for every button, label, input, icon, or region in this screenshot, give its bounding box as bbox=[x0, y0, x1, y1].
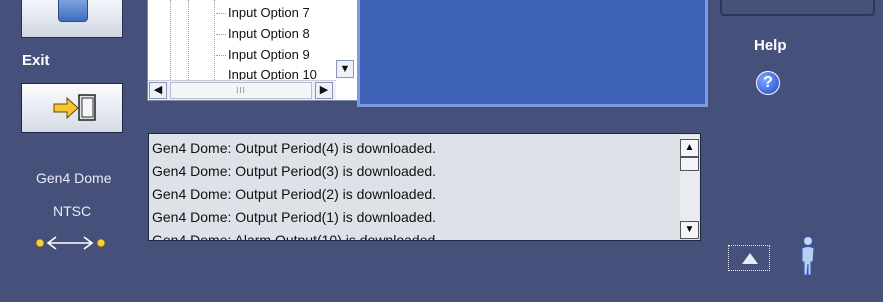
log-line: Gen4 Dome: Output Period(1) is downloade… bbox=[152, 209, 437, 225]
help-label: Help bbox=[754, 37, 787, 54]
tree-scroll-down-button[interactable]: ▼ bbox=[336, 60, 354, 78]
chevron-right-icon: ▶ bbox=[319, 84, 329, 96]
log-scrollbar[interactable]: ▲ ▼ bbox=[680, 135, 699, 239]
preview-panel bbox=[357, 0, 708, 107]
help-icon[interactable]: ? bbox=[756, 71, 780, 95]
monitor-icon bbox=[58, 0, 88, 22]
person-icon[interactable] bbox=[796, 235, 820, 277]
scroll-left-button[interactable]: ◀ bbox=[149, 82, 167, 99]
collapse-button[interactable] bbox=[728, 245, 770, 271]
scroll-down-button[interactable]: ▼ bbox=[680, 221, 699, 239]
scroll-up-button[interactable]: ▲ bbox=[680, 139, 699, 157]
device-name: Gen4 Dome bbox=[36, 170, 112, 186]
tree-horizontal-scrollbar[interactable]: ◀ III ▶ bbox=[148, 80, 336, 100]
connection-icon bbox=[35, 236, 106, 250]
triangle-up-icon bbox=[742, 253, 758, 264]
tree-item[interactable]: Input Option 9 bbox=[216, 47, 310, 62]
chevron-down-icon: ▼ bbox=[339, 63, 351, 75]
exit-door-icon bbox=[53, 94, 96, 121]
video-standard: NTSC bbox=[53, 203, 92, 219]
log-line: Gen4 Dome: Output Period(4) is downloade… bbox=[152, 140, 437, 156]
exit-button[interactable] bbox=[21, 83, 123, 133]
message-log[interactable]: Gen4 Dome: Output Period(4) is downloade… bbox=[148, 133, 701, 241]
top-left-button[interactable] bbox=[21, 0, 123, 38]
chevron-left-icon: ◀ bbox=[153, 84, 163, 96]
chevron-up-icon: ▲ bbox=[684, 142, 695, 153]
log-line: Gen4 Dome: Alarm Output(10) is downloade… bbox=[152, 232, 440, 241]
chevron-down-icon: ▼ bbox=[684, 224, 695, 235]
scroll-thumb[interactable]: III bbox=[170, 82, 312, 99]
scroll-thumb[interactable] bbox=[680, 157, 699, 171]
tree-item[interactable]: Input Option 8 bbox=[216, 26, 310, 41]
tree-item[interactable]: Input Option 10 bbox=[228, 67, 317, 80]
exit-label: Exit bbox=[22, 52, 50, 69]
scroll-right-button[interactable]: ▶ bbox=[315, 82, 333, 99]
log-line: Gen4 Dome: Output Period(2) is downloade… bbox=[152, 186, 437, 202]
log-line: Gen4 Dome: Output Period(3) is downloade… bbox=[152, 163, 437, 179]
top-right-button[interactable] bbox=[720, 0, 875, 16]
tree-item[interactable]: Input Option 7 bbox=[216, 5, 310, 20]
